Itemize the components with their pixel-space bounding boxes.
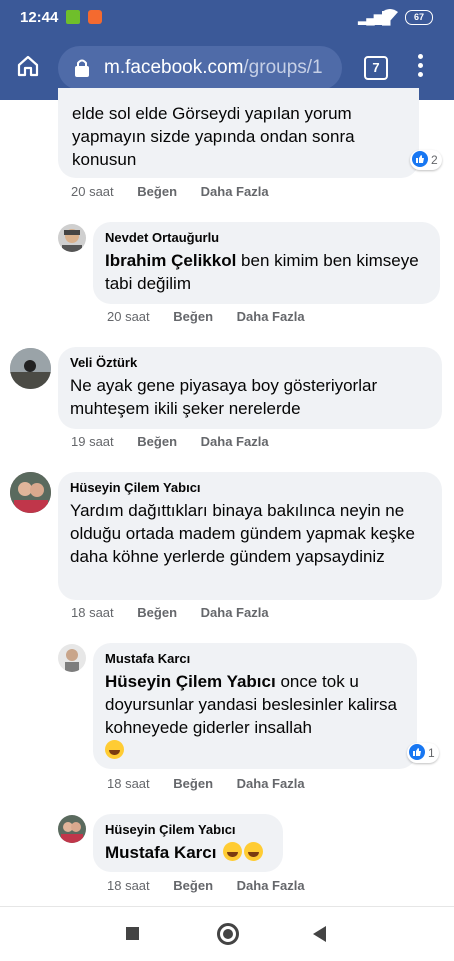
url-text: m.facebook.com/groups/1 [104,57,340,79]
comment-bubble: Hüseyin Çilem Yabıcı Mustafa Karcı [93,814,283,872]
system-navigation-bar [0,906,454,961]
comment-bubble: Mustafa Karcı Hüseyin Çilem Yabıcı once … [93,643,417,769]
like-link[interactable]: Beğen [137,605,177,620]
like-link[interactable]: Beğen [137,184,177,199]
more-link[interactable]: Daha Fazla [237,309,305,324]
comment-bubble: Veli Öztürk Ne ayak gene piyasaya boy gö… [58,347,442,429]
grinning-emoji-icon [223,842,243,861]
grinning-emoji-icon [244,842,264,861]
commenter-name[interactable]: Mustafa Karcı [105,651,403,666]
comment-time: 18 saat [107,878,150,893]
more-link[interactable]: Daha Fazla [201,605,269,620]
avatar[interactable] [58,644,86,672]
comment-time: 19 saat [71,434,114,449]
like-link[interactable]: Beğen [137,434,177,449]
comment-text: Ibrahim Çelikkol ben kimim ben kimseye t… [105,249,426,295]
comment-bubble: elde sol elde Görseydi yapılan yorum yap… [58,88,419,178]
home-button[interactable] [217,923,239,945]
comment-time: 18 saat [71,605,114,620]
avatar[interactable] [58,815,86,843]
reaction-number: 1 [428,746,435,760]
comment-bubble: Nevdet Ortauğurlu Ibrahim Çelikkol ben k… [93,222,440,304]
like-reaction-icon [409,744,425,760]
url-path: /groups/1 [243,57,323,78]
comment-meta: 18 saat Beğen Daha Fazla [107,776,325,791]
mention-link[interactable]: Mustafa Karcı [105,843,216,862]
comment-text: elde sol elde Görseydi yapılan yorum yap… [72,104,355,169]
back-button[interactable] [313,926,326,942]
comment-meta: 18 saat Beğen Daha Fazla [71,605,289,620]
home-icon[interactable] [16,54,40,78]
url-host: m.facebook.com [104,57,244,78]
more-link[interactable]: Daha Fazla [201,184,269,199]
overflow-menu-icon[interactable] [418,54,424,80]
like-link[interactable]: Beğen [173,776,213,791]
status-time: 12:44 [20,9,59,26]
comment-text: Hüseyin Çilem Yabıcı once tok u doyursun… [105,670,403,762]
commenter-name[interactable]: Veli Öztürk [70,355,428,370]
mention-link[interactable]: Hüseyin Çilem Yabıcı [105,672,276,691]
address-bar[interactable]: m.facebook.com/groups/1 [58,46,342,90]
more-link[interactable]: Daha Fazla [201,434,269,449]
avatar[interactable] [10,472,51,513]
more-link[interactable]: Daha Fazla [237,878,305,893]
comment-meta: 18 saat Beğen Daha Fazla [107,878,325,893]
comment-time: 20 saat [71,184,114,199]
laughing-emoji-icon [105,740,124,759]
tab-switcher-button[interactable]: 7 [364,56,388,80]
comment-meta: 20 saat Beğen Daha Fazla [107,309,325,324]
reaction-count[interactable]: 2 [410,150,442,170]
commenter-name[interactable]: Nevdet Ortauğurlu [105,230,426,245]
recents-button[interactable] [126,927,139,940]
comment-meta: 19 saat Beğen Daha Fazla [71,434,289,449]
comment-bubble: Hüseyin Çilem Yabıcı Yardım dağıttıkları… [58,472,442,600]
comment-text: Mustafa Karcı [105,841,269,864]
like-link[interactable]: Beğen [173,878,213,893]
lock-icon [73,58,91,78]
avatar[interactable] [58,224,86,252]
battery-indicator: 67 [405,10,433,25]
comment-time: 18 saat [107,776,150,791]
status-bar: 12:44 ▂▄▆█ 67 [0,0,454,34]
commenter-name[interactable]: Hüseyin Çilem Yabıcı [70,480,428,495]
like-reaction-icon [412,151,428,167]
app-notification-icon [88,10,102,24]
like-link[interactable]: Beğen [173,309,213,324]
launcher-notification-icon [66,10,80,24]
commenter-name[interactable]: Hüseyin Çilem Yabıcı [105,822,269,837]
comment-time: 20 saat [107,309,150,324]
mention-link[interactable]: Ibrahim Çelikkol [105,251,236,270]
more-link[interactable]: Daha Fazla [237,776,305,791]
comment-text: Ne ayak gene piyasaya boy gösteriyorlar … [70,376,378,418]
wifi-icon [381,8,399,25]
comment-meta: 20 saat Beğen Daha Fazla [71,184,289,199]
avatar[interactable] [10,348,51,389]
reaction-count[interactable]: 1 [407,743,439,763]
reaction-number: 2 [431,153,438,167]
comment-text: Yardım dağıttıkları binaya bakılınca ney… [70,501,415,566]
